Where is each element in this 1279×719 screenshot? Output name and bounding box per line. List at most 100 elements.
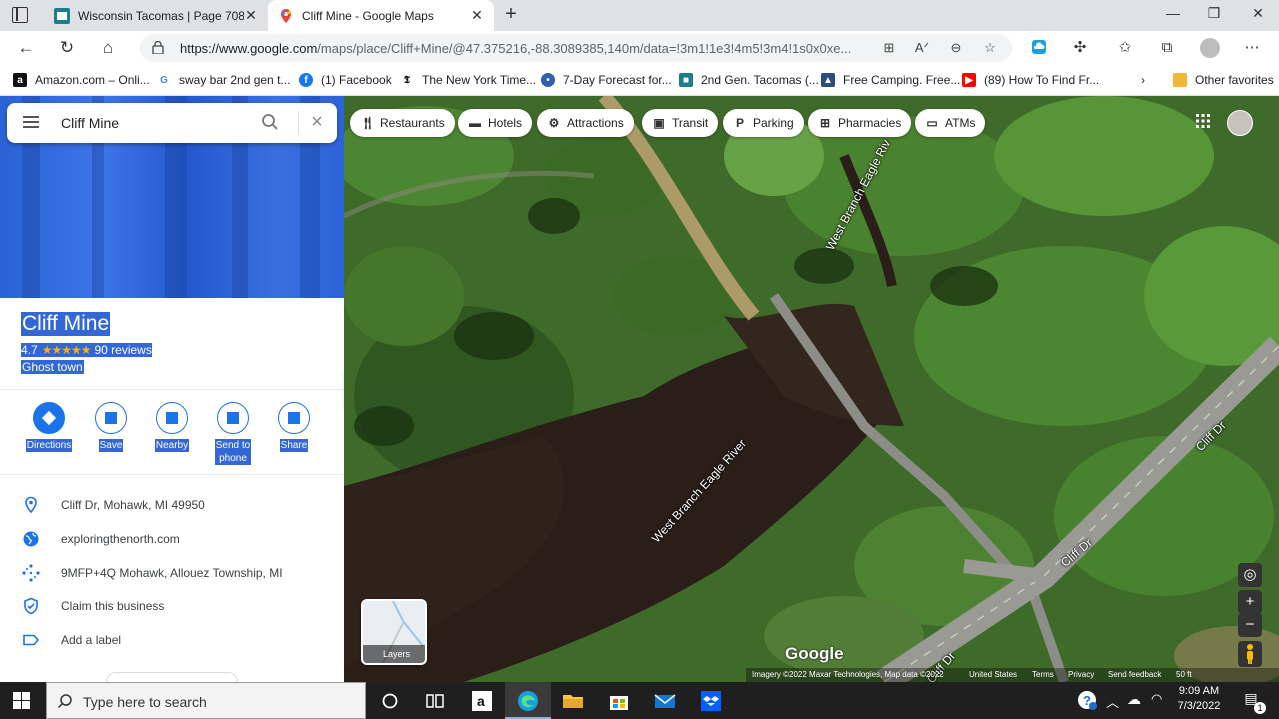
- place-panel: Cliff Mine × Cliff Mine 4.7 ★★★★★ 90 rev…: [0, 96, 344, 682]
- folder-icon: [1173, 73, 1187, 87]
- chip-hotels[interactable]: ▬ Hotels: [458, 109, 533, 137]
- refresh-icon[interactable]: ↻: [56, 37, 78, 59]
- back-arrow-icon[interactable]: ←: [15, 37, 37, 59]
- favorite-youtube[interactable]: ▶ (89) How To Find Fr...: [962, 71, 1099, 89]
- favorite-nytimes[interactable]: 𝕿 The New York Time...: [400, 71, 536, 89]
- search-icon[interactable]: [261, 113, 279, 131]
- dropbox-icon[interactable]: [698, 688, 724, 714]
- search-input[interactable]: Cliff Mine: [61, 115, 119, 131]
- amazon-icon: a: [13, 73, 27, 87]
- more-options-icon[interactable]: ⋯: [1243, 39, 1261, 57]
- help-icon[interactable]: ?: [1076, 689, 1098, 711]
- claim-business-row[interactable]: Claim this business: [0, 591, 344, 621]
- close-tab-icon[interactable]: ✕: [244, 7, 258, 24]
- browser-tab-wisconsin-tacomas[interactable]: Wisconsin Tacomas | Page 708 | T ✕: [44, 0, 268, 31]
- website-row[interactable]: exploringthenorth.com: [0, 524, 344, 554]
- noaa-icon: •: [541, 73, 555, 87]
- chip-transit[interactable]: ▣ Transit: [642, 109, 719, 137]
- close-window-icon[interactable]: ✕: [1248, 5, 1268, 25]
- country-link[interactable]: United States: [969, 668, 1017, 682]
- terms-link[interactable]: Terms: [1032, 668, 1054, 682]
- microsoft-store-icon[interactable]: [606, 688, 632, 714]
- favorite-other-folder[interactable]: Other favorites: [1173, 71, 1274, 89]
- tray-overflow-chevron-icon[interactable]: ︿: [1106, 692, 1119, 711]
- zoom-out-button[interactable]: −: [1238, 613, 1262, 637]
- extensions-icon[interactable]: ✣: [1071, 39, 1089, 57]
- nearby-button[interactable]: Nearby: [142, 402, 202, 452]
- chip-pharmacies[interactable]: ⊞ Pharmacies: [808, 109, 912, 137]
- tab-actions-icon[interactable]: [12, 7, 28, 23]
- add-label-row[interactable]: Add a label: [0, 625, 344, 655]
- onedrive-cloud-icon[interactable]: ☁: [1127, 691, 1141, 708]
- reviews-link[interactable]: 90 reviews: [94, 343, 151, 357]
- read-aloud-icon[interactable]: Aᐟ: [914, 40, 930, 56]
- favorite-forecast[interactable]: • 7-Day Forecast for...: [541, 71, 672, 89]
- task-view-icon[interactable]: [422, 688, 448, 714]
- address-bar[interactable]: https://www.google.com/maps/place/Cliff+…: [140, 34, 1012, 62]
- menu-icon[interactable]: [23, 116, 39, 128]
- restore-icon[interactable]: ❐: [1204, 5, 1224, 25]
- home-icon[interactable]: ⌂: [97, 37, 119, 59]
- chip-atms[interactable]: ▭ ATMs: [915, 109, 986, 137]
- browser-toolbar: ← ↻ ⌂ https://www.google.com/maps/place/…: [0, 31, 1279, 65]
- maps-search-box[interactable]: Cliff Mine ×: [7, 103, 337, 143]
- pegman-street-view-icon[interactable]: [1238, 641, 1262, 667]
- favorites-icon[interactable]: ✩: [1116, 39, 1134, 57]
- satellite-imagery: [344, 96, 1279, 682]
- chip-restaurants[interactable]: 🍴︎ Restaurants: [350, 109, 455, 137]
- favorite-free-camping[interactable]: ▲ Free Camping. Free...: [821, 71, 960, 89]
- taskbar-search-placeholder: Type here to search: [83, 694, 207, 710]
- amazon-app-icon[interactable]: a: [469, 688, 495, 714]
- profile-avatar[interactable]: [1200, 38, 1220, 58]
- send-feedback-link[interactable]: Send feedback: [1108, 668, 1161, 682]
- place-category[interactable]: Ghost town: [21, 360, 84, 374]
- browser-tab-google-maps[interactable]: Cliff Mine - Google Maps ✕: [268, 0, 494, 31]
- cortana-icon[interactable]: [377, 688, 403, 714]
- edge-browser-icon[interactable]: [515, 688, 541, 714]
- camping-icon: ▲: [821, 73, 835, 87]
- send-to-phone-button[interactable]: Send to phone: [203, 402, 263, 465]
- close-tab-icon[interactable]: ✕: [470, 7, 484, 24]
- layers-button[interactable]: Layers: [361, 599, 427, 665]
- cloud-extension-icon[interactable]: [1030, 39, 1048, 57]
- scale-bar[interactable]: 50 ft: [1176, 668, 1192, 682]
- app-available-icon[interactable]: ⊞: [881, 40, 897, 56]
- collections-icon[interactable]: ⧉: [1158, 39, 1176, 57]
- new-tab-button[interactable]: +: [500, 4, 522, 26]
- taskbar-search-box[interactable]: Type here to search: [46, 682, 366, 719]
- add-favorite-icon[interactable]: ☆: [982, 40, 998, 56]
- nytimes-icon: 𝕿: [400, 73, 414, 87]
- pharmacy-icon: ⊞: [819, 116, 831, 130]
- file-explorer-icon[interactable]: [560, 688, 586, 714]
- nearby-icon: [156, 402, 188, 434]
- google-apps-icon[interactable]: [1196, 114, 1210, 128]
- my-location-icon[interactable]: ◎: [1238, 563, 1262, 587]
- address-row[interactable]: Cliff Dr, Mohawk, MI 49950: [0, 490, 344, 520]
- account-avatar[interactable]: [1227, 110, 1253, 136]
- favorite-2nd-gen-tacomas[interactable]: ■ 2nd Gen. Tacomas (...: [679, 71, 819, 89]
- zoom-in-button[interactable]: +: [1238, 590, 1262, 614]
- suggest-edit-pill[interactable]: [106, 672, 238, 682]
- favorite-facebook[interactable]: f (1) Facebook: [299, 71, 392, 89]
- favorite-amazon[interactable]: a Amazon.com – Onli...: [13, 71, 150, 89]
- share-icon: [278, 402, 310, 434]
- clear-search-icon[interactable]: ×: [307, 112, 327, 132]
- share-button[interactable]: Share: [264, 402, 324, 452]
- minimize-icon[interactable]: —: [1163, 5, 1183, 25]
- zoom-icon[interactable]: ⊖: [948, 40, 964, 56]
- favorites-overflow-chevron-icon[interactable]: ›: [1141, 71, 1145, 89]
- rating-summary: 4.7 ★★★★★ 90 reviews: [21, 343, 152, 357]
- windows-start-icon[interactable]: [13, 692, 30, 709]
- wifi-icon[interactable]: ◠: [1151, 691, 1162, 707]
- privacy-link[interactable]: Privacy: [1068, 668, 1094, 682]
- clock[interactable]: 9:09 AM 7/3/2022: [1172, 685, 1226, 712]
- save-button[interactable]: Save: [81, 402, 141, 452]
- chip-parking[interactable]: P Parking: [723, 109, 804, 137]
- tab-title: Cliff Mine - Google Maps: [302, 8, 434, 23]
- satellite-map[interactable]: West Branch Eagle Riv West Branch Eagle …: [344, 96, 1279, 682]
- favorite-sway-bar[interactable]: Gsway bar 2nd gen t...: [157, 71, 290, 89]
- mail-icon[interactable]: [652, 688, 678, 714]
- plus-code-row[interactable]: 9MFP+4Q Mohawk, Allouez Township, MI: [0, 558, 344, 588]
- chip-attractions[interactable]: ⚙ Attractions: [537, 109, 634, 137]
- directions-button[interactable]: Directions: [19, 402, 79, 452]
